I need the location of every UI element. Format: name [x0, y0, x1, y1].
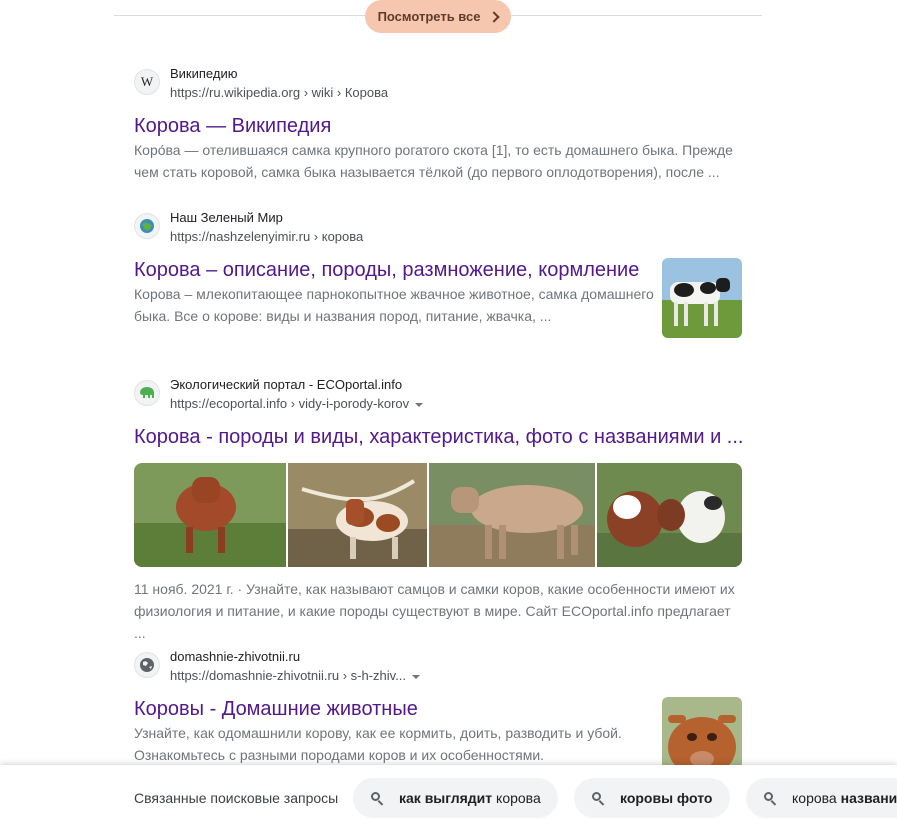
site-url: https://nashzelenyimir.ru › корова [170, 229, 364, 244]
search-icon [592, 792, 605, 806]
see-all-label: Посмотреть все [377, 9, 481, 24]
elephant-icon [134, 380, 160, 406]
result-title-link[interactable]: Коровы - Домашние животные [134, 698, 418, 721]
wikipedia-icon: W [134, 69, 160, 95]
site-name: domashnie-zhivotnii.ru [170, 649, 301, 664]
result-title-link[interactable]: Корова — Википедия [134, 115, 331, 138]
chevron-right-icon [488, 10, 501, 23]
image-strip [134, 463, 742, 567]
site-name: Википедию [170, 66, 238, 81]
strip-image[interactable] [597, 463, 742, 567]
site-name: Экологический портал - ECOportal.info [170, 377, 403, 392]
see-all-button[interactable]: Посмотреть все [365, 0, 511, 33]
result-thumbnail[interactable] [662, 258, 742, 338]
related-chip-2[interactable]: коровы фото [574, 778, 730, 818]
result-snippet: Корова – млекопитающее парнокопытное жва… [134, 286, 654, 324]
result-source[interactable]: W Википедию https://ru.wikipedia.org › w… [134, 66, 744, 102]
site-url: https://ecoportal.info › vidy-i-porody-k… [170, 396, 424, 411]
result-source[interactable]: Экологический портал - ECOportal.info ht… [134, 377, 744, 413]
related-chip-3[interactable]: корова названи [746, 778, 897, 818]
related-searches-label: Связанные поисковые запросы [134, 790, 339, 806]
search-result: Наш Зеленый Мир https://nashzelenyimir.r… [134, 210, 744, 324]
search-result: W Википедию https://ru.wikipedia.org › w… [134, 66, 744, 180]
strip-image[interactable] [134, 463, 286, 567]
search-result: Экологический портал - ECOportal.info ht… [134, 377, 744, 448]
globe-leaf-icon [134, 213, 160, 239]
site-name: Наш Зеленый Мир [170, 210, 283, 225]
dropdown-arrow-icon[interactable] [412, 674, 421, 679]
dropdown-arrow-icon[interactable] [415, 402, 424, 407]
result-snippet: Коро́ва — отелившаяся самка крупного рог… [134, 142, 733, 180]
related-chip-1[interactable]: как выглядит корова [353, 778, 558, 818]
site-url: https://ru.wikipedia.org › wiki › Корова [170, 85, 389, 100]
related-searches-bar: Связанные поисковые запросы как выглядит… [0, 765, 897, 819]
strip-image[interactable] [288, 463, 427, 567]
globe-icon [134, 652, 160, 678]
search-icon [764, 792, 777, 806]
result-snippet: Узнайте, как одомашнили корову, как ее к… [134, 725, 622, 763]
result-source[interactable]: domashnie-zhivotnii.ru https://domashnie… [134, 649, 744, 685]
result-source[interactable]: Наш Зеленый Мир https://nashzelenyimir.r… [134, 210, 744, 246]
result-title-link[interactable]: Корова – описание, породы, размножение, … [134, 259, 639, 282]
search-result: domashnie-zhivotnii.ru https://domashnie… [134, 649, 744, 763]
strip-image[interactable] [429, 463, 595, 567]
site-url: https://domashnie-zhivotnii.ru › s-h-zhi… [170, 668, 421, 683]
search-results-page: Посмотреть все W Википедию https://ru.wi… [0, 0, 897, 819]
result-title-link[interactable]: Корова - породы и виды, характеристика, … [134, 426, 743, 449]
search-icon [371, 792, 384, 806]
result-snippet: 11 нояб. 2021 г. · Узнайте, как называют… [134, 581, 735, 641]
